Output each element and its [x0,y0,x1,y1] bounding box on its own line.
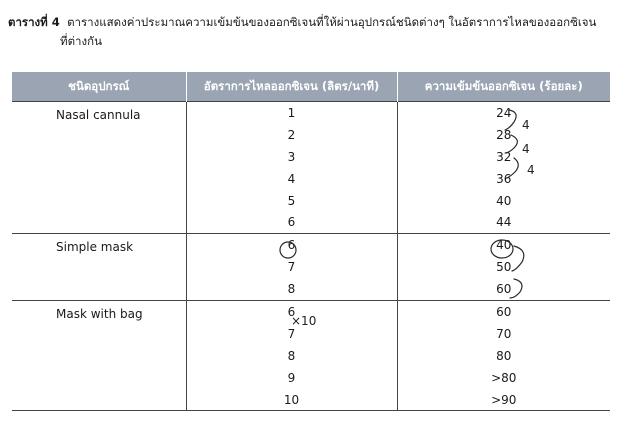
device-nasal-cannula: Nasal cannula [12,100,186,234]
concentration-cell: 60 [396,300,610,323]
concentration-cell: 70 [396,322,610,345]
header-flow-rate: อัตราการไหลออกซิเจน (ลิตร/นาที) [185,72,397,102]
flow-cell: 9 [185,366,397,389]
table-row: Simple mask 6 40 [12,233,610,301]
caption-label: ตารางที่ 4 [8,15,60,29]
concentration-cell: 36 [396,167,610,190]
concentration-cell: 32 [396,145,610,168]
flow-cell: 6 [185,211,397,234]
flow-cell: 10 [185,388,397,411]
concentration-cell: 44 [396,211,610,234]
concentration-cell: 60 [396,278,610,301]
concentration-cell: 24 [396,100,610,124]
handwritten-multiplier-note: ×10 [291,314,317,328]
flow-cell: 3 [185,145,397,168]
flow-cell: 1 [185,100,397,124]
table-row: Nasal cannula 1 24 [12,100,610,234]
concentration-cell: >80 [396,366,610,389]
header-device: ชนิดอุปกรณ์ [12,72,186,102]
concentration-cell: 80 [396,344,610,367]
table-caption: ตารางที่ 4 ตารางแสดงค่าประมาณความเข้มข้น… [8,13,613,48]
caption-text-line2: ที่ต่างกัน [60,34,102,48]
concentration-cell: >90 [396,388,610,411]
flow-cell: 7 [185,256,397,279]
header-concentration: ความเข้มข้นออกซิเจน (ร้อยละ) [396,72,610,102]
handwritten-step-2: 4 [522,142,530,156]
concentration-cell: 40 [396,189,610,212]
flow-cell: 5 [185,189,397,212]
caption-text-line1: ตารางแสดงค่าประมาณความเข้มข้นของออกซิเจน… [67,15,597,29]
oxygen-table: ชนิดอุปกรณ์ อัตราการไหลออกซิเจน (ลิตร/นา… [12,72,610,412]
device-simple-mask: Simple mask [12,233,186,301]
handwritten-step-3: 4 [527,163,535,177]
concentration-cell: 40 [396,233,610,257]
table-header-row: ชนิดอุปกรณ์ อัตราการไหลออกซิเจน (ลิตร/นา… [12,72,610,102]
device-mask-with-bag: Mask with bag [12,300,186,411]
flow-cell: 8 [185,278,397,301]
concentration-cell: 28 [396,123,610,146]
flow-cell: 8 [185,344,397,367]
flow-cell: 2 [185,123,397,146]
flow-cell: 4 [185,167,397,190]
flow-cell: 6 [185,233,397,257]
concentration-cell: 50 [396,256,610,279]
handwritten-step-1: 4 [522,118,530,132]
